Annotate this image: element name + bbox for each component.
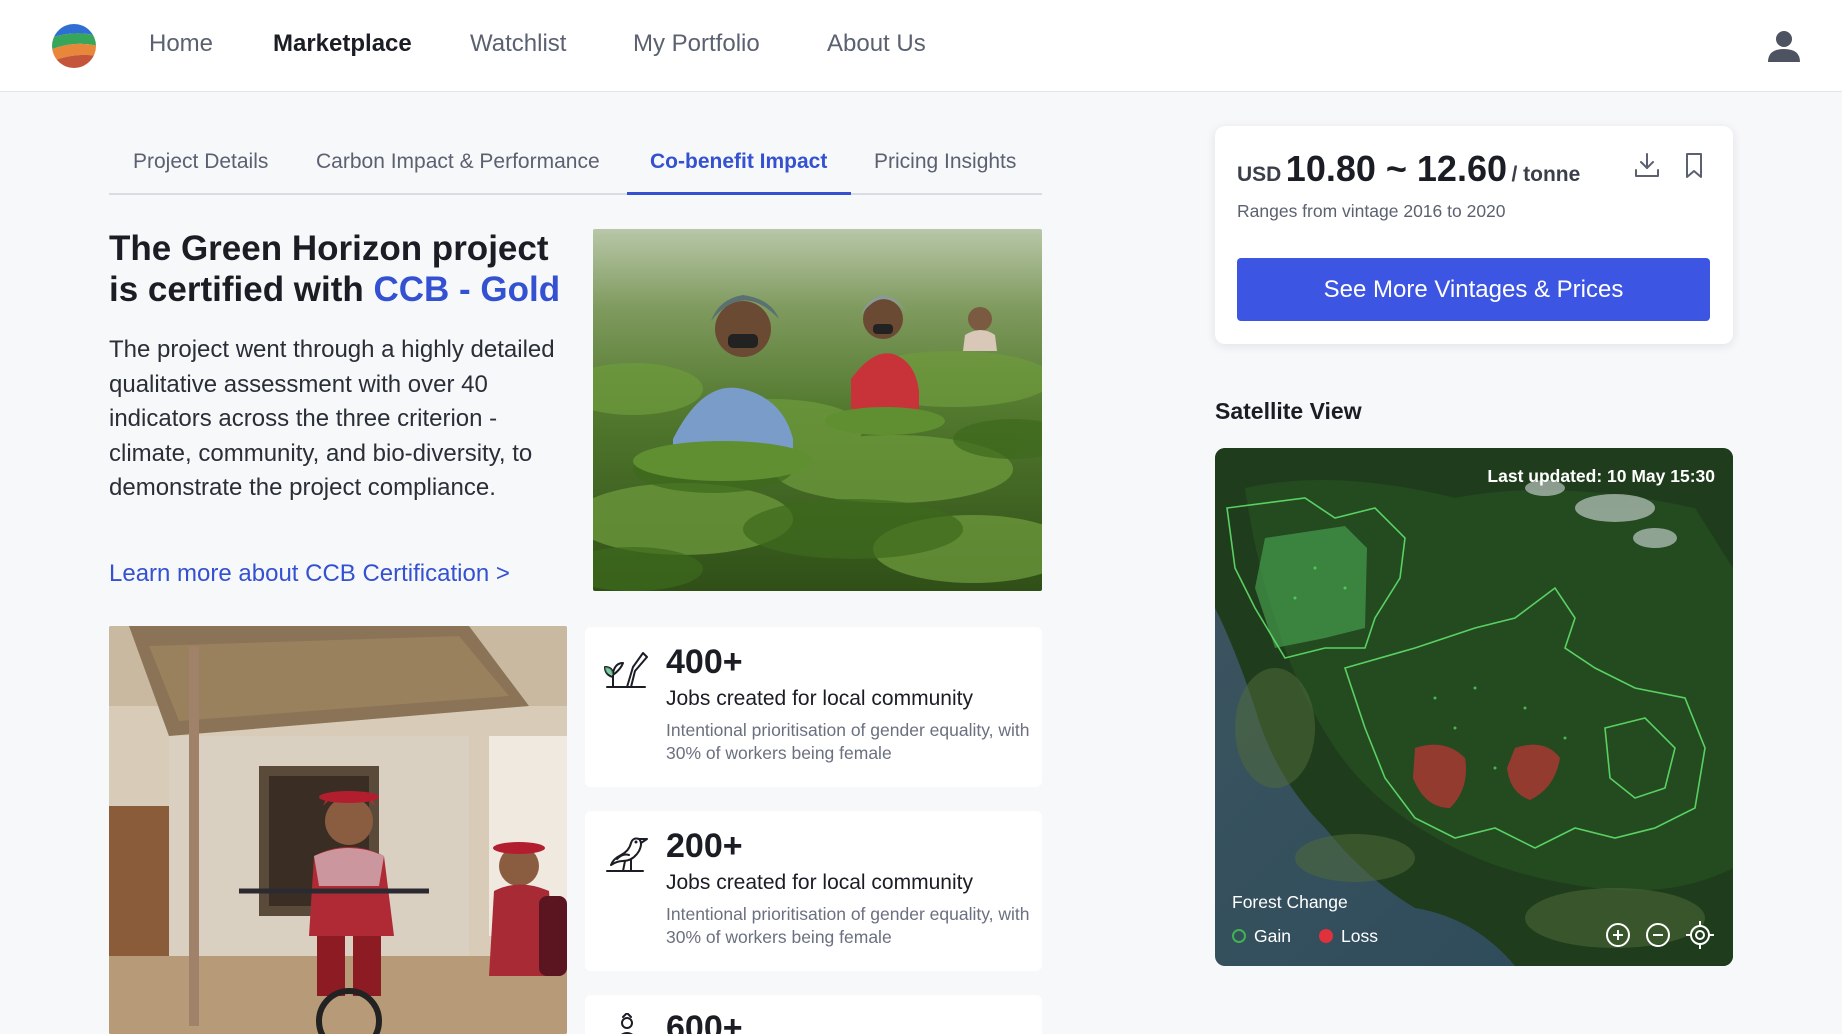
tab-project-details[interactable]: Project Details [133, 150, 268, 195]
tab-pricing-insights[interactable]: Pricing Insights [874, 150, 1016, 195]
legend-loss: Loss [1319, 926, 1378, 947]
stat-value: 600+ [666, 1009, 743, 1034]
nav-about-us[interactable]: About Us [827, 30, 926, 58]
project-tabs: Project Details Carbon Impact & Performa… [109, 140, 1042, 195]
map-legend-title: Forest Change [1232, 892, 1348, 912]
tea-plantation-photo [593, 229, 1042, 591]
satellite-map[interactable]: Last updated: 10 May 15:30 Forest Change… [1215, 448, 1733, 966]
user-icon[interactable] [1766, 28, 1802, 64]
see-more-vintages-button[interactable]: See More Vintages & Prices [1237, 258, 1710, 321]
price-unit: / tonne [1511, 163, 1581, 186]
gain-dot-icon [1232, 929, 1246, 943]
price-range-line: USD 10.80 ~ 12.60 / tonne [1237, 148, 1580, 190]
active-tab-indicator [627, 192, 851, 195]
locate-icon[interactable] [1685, 920, 1715, 950]
nav-my-portfolio[interactable]: My Portfolio [633, 30, 760, 58]
loss-dot-icon [1319, 929, 1333, 943]
stat-description: Intentional prioritisation of gender equ… [666, 904, 1030, 947]
stat-title: Jobs created for local community [666, 687, 973, 710]
globe-logo-icon[interactable] [50, 22, 98, 70]
tab-co-benefit-impact[interactable]: Co-benefit Impact [650, 150, 827, 195]
stat-description: Intentional prioritisation of gender equ… [666, 720, 1030, 763]
legend-gain: Gain [1232, 926, 1291, 947]
plant-hand-icon [604, 652, 648, 688]
certification-title: The Green Horizon project is certified w… [109, 228, 569, 310]
nav-home[interactable]: Home [149, 30, 213, 58]
pricing-card: USD 10.80 ~ 12.60 / tonne Ranges from vi… [1215, 126, 1733, 344]
legend-gain-label: Gain [1254, 926, 1291, 946]
nav-watchlist[interactable]: Watchlist [470, 30, 566, 58]
download-icon[interactable] [1632, 150, 1662, 180]
map-last-updated: Last updated: 10 May 15:30 [1487, 466, 1715, 486]
tab-carbon-impact[interactable]: Carbon Impact & Performance [316, 150, 600, 195]
price-currency: USD [1237, 163, 1282, 186]
bookmark-icon[interactable] [1679, 150, 1709, 180]
stat-value: 400+ [666, 643, 743, 681]
certification-description: The project went through a highly detail… [109, 336, 555, 501]
stat-title: Jobs created for local community [666, 871, 973, 894]
certification-title-line1: The Green Horizon project [109, 229, 549, 268]
zoom-out-icon[interactable] [1643, 920, 1673, 950]
legend-loss-label: Loss [1341, 926, 1378, 946]
certification-level: CCB - Gold [373, 270, 561, 309]
bird-icon [606, 837, 648, 872]
stat-card-biodiversity: 200+ Jobs created for local community In… [585, 811, 1042, 971]
satellite-view-title: Satellite View [1215, 398, 1362, 424]
price-range: 10.80 ~ 12.60 [1285, 148, 1507, 189]
community-icon [621, 1013, 633, 1034]
stat-card-jobs: 400+ Jobs created for local community In… [585, 627, 1042, 787]
certification-title-prefix: is certified with [109, 270, 374, 309]
stat-card-community: 600+ [585, 995, 1042, 1034]
zoom-in-icon[interactable] [1603, 920, 1633, 950]
nav-marketplace[interactable]: Marketplace [273, 30, 412, 58]
price-vintage-range: Ranges from vintage 2016 to 2020 [1237, 201, 1506, 221]
top-navigation: Home Marketplace Watchlist My Portfolio … [0, 0, 1842, 92]
stat-value: 200+ [666, 827, 743, 865]
ccb-learn-more-link[interactable]: Learn more about CCB Certification > [109, 560, 510, 588]
children-bicycle-photo [109, 626, 567, 1034]
